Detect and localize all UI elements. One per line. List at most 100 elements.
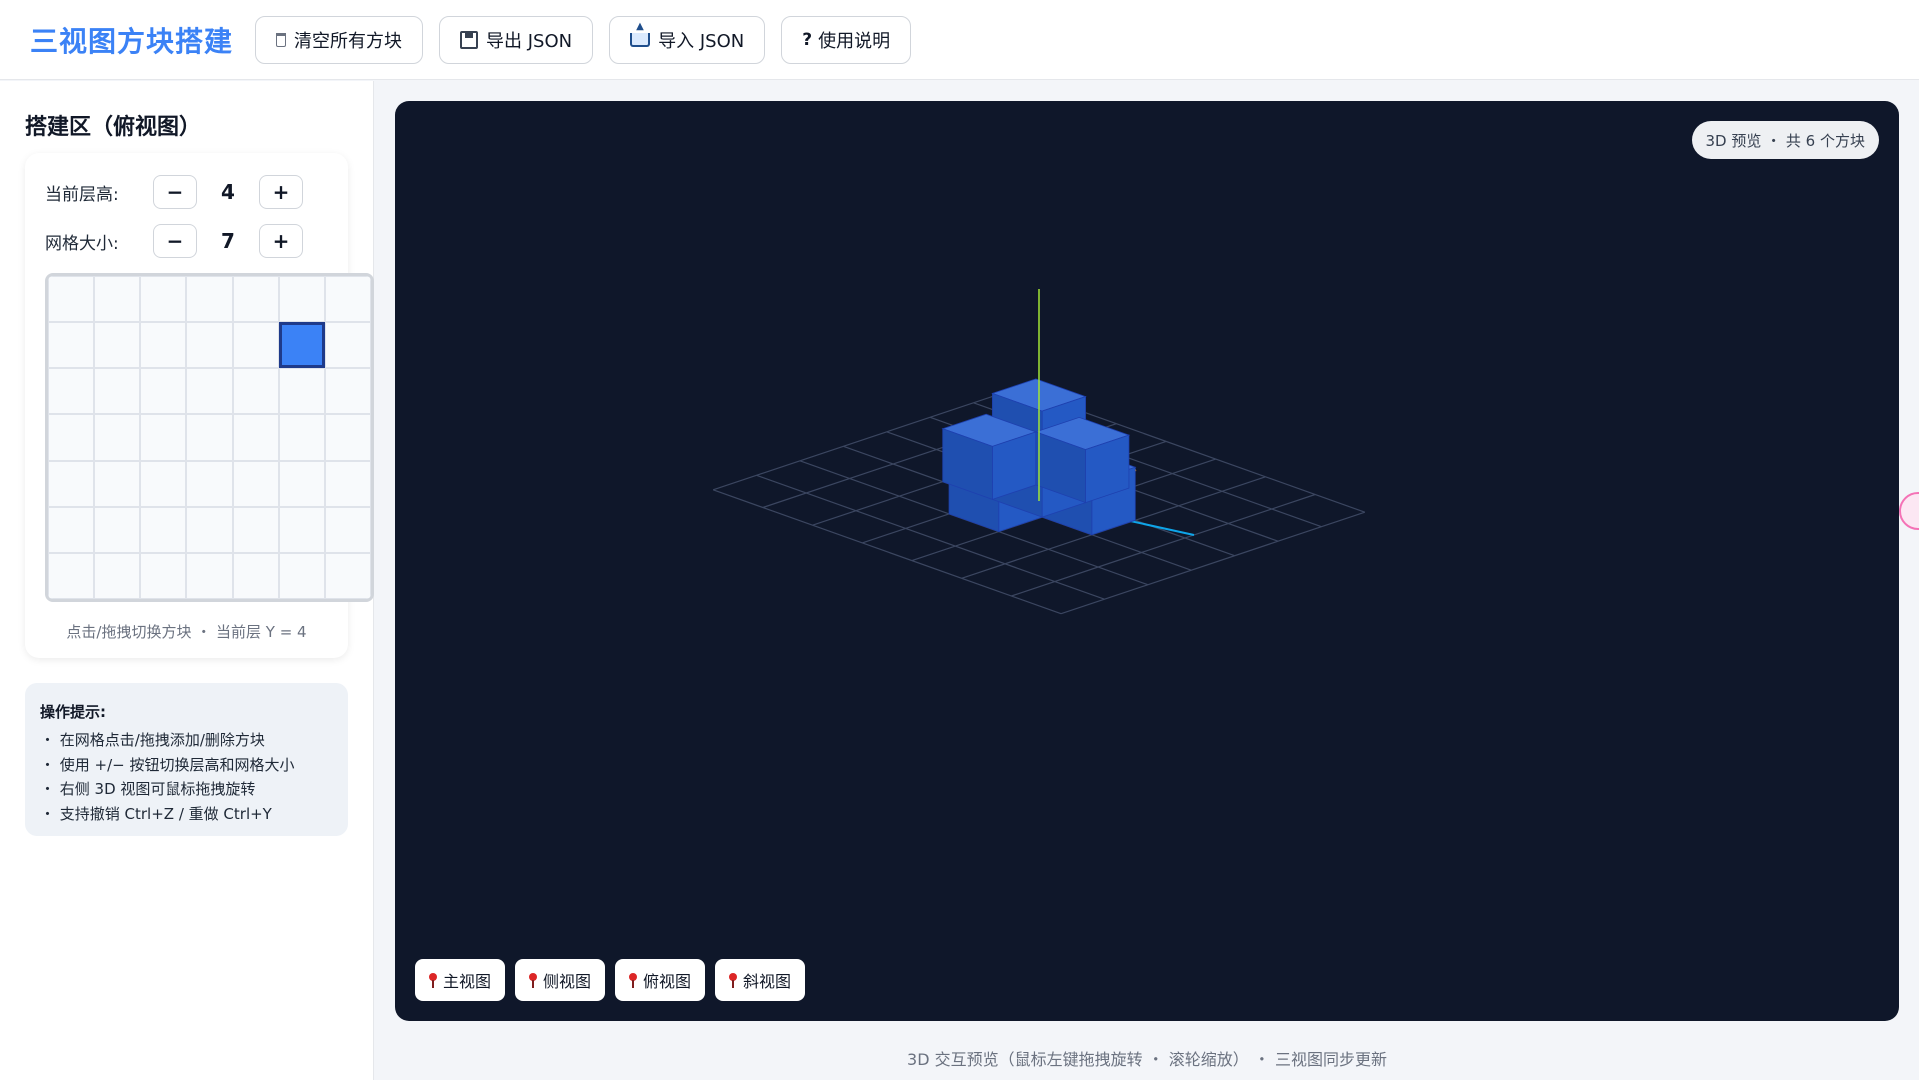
sidebar: 搭建区（俯视图） 当前层高: − 4 + 网格大小: − 7 + 点击/拖拽切换…	[0, 81, 374, 1080]
grid-cell[interactable]	[324, 322, 371, 369]
grid-cell[interactable]	[48, 552, 95, 599]
grid-cell[interactable]	[232, 368, 279, 415]
grid-cell[interactable]	[324, 552, 371, 599]
grid-cells	[48, 276, 371, 599]
pushpin-icon	[429, 973, 437, 988]
grid-cell[interactable]	[186, 460, 233, 507]
pushpin-icon	[729, 973, 738, 988]
grid-cell[interactable]	[232, 276, 279, 323]
grid-cell[interactable]	[278, 276, 325, 323]
grid-cell[interactable]	[324, 414, 371, 461]
help-label: 使用说明	[818, 30, 891, 52]
tip-item: ・ 使用 +/− 按钮切换层高和网格大小	[40, 755, 295, 774]
layer-value: 4	[221, 180, 235, 204]
front-view-label: 主视图	[443, 972, 492, 991]
grid-cell[interactable]	[278, 506, 325, 553]
block-count-badge: 3D 预览 ・ 共 6 个方块	[1691, 121, 1879, 159]
oblique-view-button[interactable]: 斜视图	[715, 959, 806, 1001]
grid-cell[interactable]	[48, 460, 95, 507]
grid-cell[interactable]	[278, 460, 325, 507]
top-view-grid[interactable]	[45, 273, 374, 602]
build-area-title: 搭建区（俯视图）	[25, 115, 202, 140]
grid-cell[interactable]	[324, 506, 371, 553]
grid-cell[interactable]	[94, 276, 141, 323]
top-view-label: 俯视图	[643, 972, 692, 991]
front-view-button[interactable]: 主视图	[415, 959, 506, 1001]
grid-size-label: 网格大小:	[45, 233, 119, 254]
layer-increment-button[interactable]: +	[259, 175, 303, 209]
grid-cell[interactable]	[186, 368, 233, 415]
grid-cell[interactable]	[48, 414, 95, 461]
grid-cell[interactable]	[232, 506, 279, 553]
grid-size-value: 7	[221, 229, 235, 253]
tip-item: ・ 在网格点击/拖拽添加/删除方块	[40, 731, 265, 749]
3d-viewport[interactable]: 3D 预览 ・ 共 6 个方块 主视图 侧视图 俯视图 斜视图	[395, 101, 1899, 1021]
grid-cell[interactable]	[278, 552, 325, 599]
grid-cell[interactable]	[48, 276, 95, 323]
grid-cell[interactable]	[186, 552, 233, 599]
grid-cell[interactable]	[140, 414, 187, 461]
export-json-label: 导出 JSON	[486, 30, 573, 52]
import-json-button[interactable]: 导入 JSON	[609, 15, 766, 64]
grid-cell[interactable]	[140, 322, 187, 369]
grid-cell[interactable]	[186, 276, 233, 323]
view-buttons: 主视图 侧视图 俯视图 斜视图	[415, 959, 815, 1001]
grid-caption: 点击/拖拽切换方块 ・ 当前层 Y = 4	[66, 623, 307, 641]
grid-cell[interactable]	[232, 414, 279, 461]
grid-cell[interactable]	[140, 276, 187, 323]
clear-all-label: 清空所有方块	[294, 30, 403, 52]
grid-cell[interactable]	[324, 368, 371, 415]
trash-icon	[276, 32, 287, 47]
grid-cell[interactable]	[324, 460, 371, 507]
layer-label: 当前层高:	[45, 184, 119, 205]
help-button[interactable]: ? 使用说明	[781, 15, 912, 64]
export-json-button[interactable]: 导出 JSON	[439, 15, 594, 64]
grid-size-decrement-button[interactable]: −	[153, 224, 197, 258]
grid-cell[interactable]	[140, 460, 187, 507]
grid-cell[interactable]	[232, 322, 279, 369]
import-json-label: 导入 JSON	[658, 30, 745, 52]
grid-cell[interactable]	[94, 506, 141, 553]
grid-cell[interactable]	[278, 368, 325, 415]
grid-cell[interactable]	[48, 322, 95, 369]
app-title: 三视图方块搭建	[30, 24, 234, 58]
side-view-label: 侧视图	[543, 972, 592, 991]
grid-cell[interactable]	[278, 414, 325, 461]
footer-hint: 3D 交互预览（鼠标左键拖拽旋转 ・ 滚轮缩放） ・ 三视图同步更新	[907, 1050, 1387, 1069]
grid-cell[interactable]	[324, 276, 371, 323]
floating-edge-widget[interactable]	[1899, 492, 1919, 530]
tip-item: ・ 支持撤销 Ctrl+Z / 重做 Ctrl+Y	[40, 804, 272, 823]
build-card: 当前层高: − 4 + 网格大小: − 7 + 点击/拖拽切换方块 ・ 当前层 …	[25, 153, 374, 658]
grid-cell[interactable]	[94, 460, 141, 507]
grid-cell[interactable]	[140, 506, 187, 553]
clear-all-button[interactable]: 清空所有方块	[255, 15, 424, 64]
top-view-button[interactable]: 俯视图	[615, 959, 706, 1001]
inbox-tray-icon	[630, 21, 651, 47]
grid-cell[interactable]	[94, 414, 141, 461]
layer-control: 当前层高: − 4 +	[45, 175, 303, 209]
grid-cell[interactable]	[140, 552, 187, 599]
grid-cell[interactable]	[186, 322, 233, 369]
grid-cell[interactable]	[232, 552, 279, 599]
layer-decrement-button[interactable]: −	[153, 175, 197, 209]
pushpin-icon	[529, 973, 538, 988]
grid-cell[interactable]	[186, 506, 233, 553]
grid-cell[interactable]	[140, 368, 187, 415]
pushpin-icon	[629, 973, 638, 988]
grid-cell[interactable]	[232, 460, 279, 507]
grid-size-increment-button[interactable]: +	[259, 224, 303, 258]
oblique-view-label: 斜视图	[743, 972, 792, 991]
tips-panel: 操作提示: ・ 在网格点击/拖拽添加/删除方块 ・ 使用 +/− 按钮切换层高和…	[25, 683, 348, 836]
grid-size-control: 网格大小: − 7 +	[45, 224, 303, 258]
app-header: 三视图方块搭建 清空所有方块 导出 JSON 导入 JSON ? 使用说明	[0, 0, 1919, 80]
floppy-disk-icon	[460, 30, 479, 49]
question-mark-icon: ?	[802, 29, 813, 50]
grid-cell[interactable]	[94, 552, 141, 599]
side-view-button[interactable]: 侧视图	[515, 959, 606, 1001]
grid-cell[interactable]	[94, 368, 141, 415]
grid-cell-filled[interactable]	[278, 322, 325, 369]
grid-cell[interactable]	[186, 414, 233, 461]
grid-cell[interactable]	[48, 506, 95, 553]
grid-cell[interactable]	[94, 322, 141, 369]
grid-cell[interactable]	[48, 368, 95, 415]
